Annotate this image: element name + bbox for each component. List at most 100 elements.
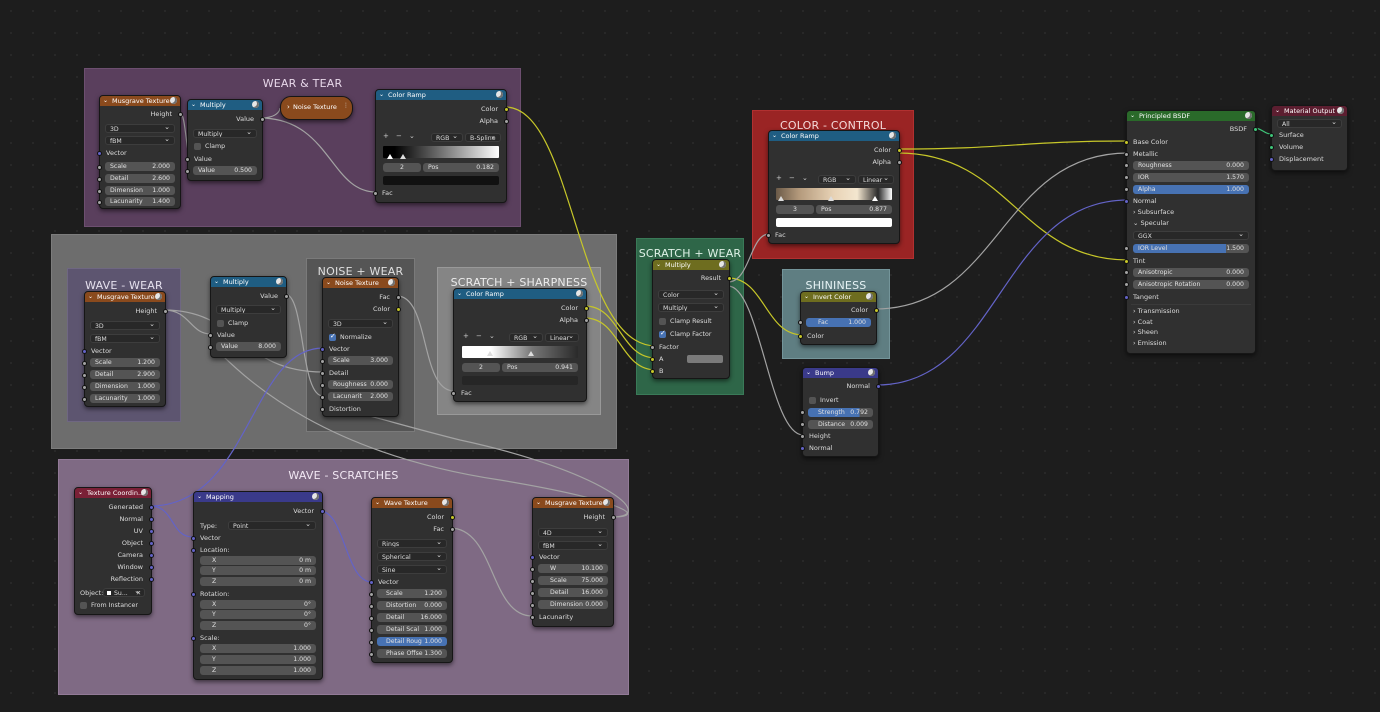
musgrave-texture-node[interactable]: ⌄ Musgrave Texture Height 3D fBM Vector S… [82,291,168,407]
anisotropic-rotation-field[interactable]: Anisotropic Rotation 0.000 [1133,280,1249,289]
detail-field[interactable]: Detail 2.600 [105,174,175,183]
stop-index-field[interactable]: 2 [383,163,421,172]
scale-field[interactable]: Scale 75.000 [538,576,608,585]
socket-location-in[interactable] [191,548,196,553]
node-header[interactable]: ⌄ Color Ramp [769,131,899,141]
socket-fac-out[interactable] [396,295,401,300]
detail-field[interactable]: Detail 16.000 [377,613,447,622]
node-header[interactable]: ⌄ Musgrave Texture [85,292,165,302]
socket-rotation-in[interactable] [191,592,196,597]
color-ramp-node[interactable]: ⌄ Color Ramp Color Alpha + − ⌄ RGB Linear… [451,288,589,402]
value-field[interactable]: Value 0.500 [193,166,257,175]
ramp-stop-marker[interactable] [387,154,393,159]
sheen-panel-toggle[interactable]: › Sheen [1133,327,1158,337]
socket-surface-in[interactable] [1269,133,1274,138]
socket-color-out[interactable] [450,515,455,520]
location-z-field[interactable]: Z 0 m [200,577,316,586]
wave-profile-dropdown[interactable]: Sine [377,565,447,574]
dimension-field[interactable]: Dimension 1.000 [105,186,175,195]
interpolation-dropdown[interactable]: Linear [545,333,579,342]
socket-in[interactable] [82,397,87,402]
node-preview-icon[interactable] [576,290,583,297]
rings-direction-dropdown[interactable]: Spherical [377,552,447,561]
socket-window-out[interactable] [149,565,154,570]
distortion-field[interactable]: Distortion 0.000 [377,601,447,610]
socket-vector-in[interactable] [191,536,196,541]
roughness-field[interactable]: Roughness 0.000 [1133,161,1249,170]
node-preview-icon[interactable] [170,97,177,104]
socket-fac-in[interactable] [766,233,771,238]
socket-alpha-out[interactable] [504,119,509,124]
socket-height-out[interactable] [611,515,616,520]
socket-in[interactable] [97,165,102,170]
ramp-stop-marker[interactable] [487,351,493,356]
collapse-icon[interactable]: ⌄ [191,100,196,110]
node-header[interactable]: ⌄ Bump [803,368,878,378]
dimensions-dropdown[interactable]: 3D [105,124,175,133]
socket-roughness-in[interactable] [1124,163,1129,168]
rotation-x-field[interactable]: X 0° [200,600,316,609]
collapse-icon[interactable]: ⌄ [375,498,380,508]
socket-value-in[interactable] [208,345,213,350]
collapse-icon[interactable]: ⌄ [197,492,202,502]
bump-node[interactable]: ⌄ Bump Normal Invert Strength 0.792 Distan… [800,367,881,457]
socket-normal-in[interactable] [800,446,805,451]
collapse-icon[interactable]: ⌄ [78,488,83,498]
socket-strength-in[interactable] [800,410,805,415]
node-header[interactable]: ⌄ Musgrave Texture [533,498,613,508]
socket-height-out[interactable] [178,112,183,117]
socket-fac-in[interactable] [798,320,803,325]
node-header[interactable]: ⌄ Texture Coordin... [75,488,151,498]
dimensions-dropdown[interactable]: 3D [90,321,160,330]
socket-in[interactable] [369,640,374,645]
socket-vector-in[interactable] [320,347,325,352]
node-preview-icon[interactable] [868,369,875,376]
dimension-field[interactable]: Dimension 0.000 [538,600,608,609]
math-multiply-node[interactable]: ⌄ Multiply Value Multiply Clamp Value Val… [185,99,265,181]
node-preview-icon[interactable] [866,293,873,300]
dimensions-dropdown[interactable]: 4D [538,528,608,537]
socket-anisotropic-rotation-in[interactable] [1124,282,1129,287]
rotation-y-field[interactable]: Y 0° [200,610,316,619]
node-header[interactable]: ⌄ Wave Texture [372,498,452,508]
fac-field[interactable]: Fac 1.000 [806,318,871,327]
socket-color-out[interactable] [897,148,902,153]
socket-value-out[interactable] [260,117,265,122]
socket-in[interactable] [530,603,535,608]
interpolation-dropdown[interactable]: B-Spline [465,133,501,142]
from-instancer-checkbox[interactable]: From Instancer [80,601,138,610]
expand-icon[interactable]: › [287,103,290,111]
subsurface-panel-toggle[interactable]: › Subsurface [1133,207,1174,217]
socket-bsdf-out[interactable] [1253,127,1258,132]
add-stop-icon[interactable]: + [383,132,389,140]
node-preview-icon[interactable] [442,499,449,506]
detail-field[interactable]: Detail 16.000 [538,588,608,597]
add-stop-icon[interactable]: + [776,174,782,182]
node-preview-icon[interactable] [252,101,259,108]
socket-distortion-in[interactable] [320,407,325,412]
ramp-stop-marker[interactable] [400,154,406,159]
node-header[interactable]: ⌄ Noise Texture [323,278,398,288]
chevron-down-icon[interactable]: ⌄ [409,132,415,140]
collapse-icon[interactable]: ⌄ [457,289,462,299]
socket-vector-in[interactable] [530,555,535,560]
wave-texture-node[interactable]: ⌄Wave Texture Color Fac Rings Spherical … [369,497,455,663]
node-header[interactable]: ⌄ Multiply [211,277,286,287]
scale-z-field[interactable]: Z 1.000 [200,666,316,675]
node-header[interactable]: ⌄ Multiply [653,260,729,270]
socket-value-in[interactable] [185,157,190,162]
distribution-dropdown[interactable]: GGX [1133,231,1249,240]
principled-bsdf-node[interactable]: ⌄ Principled BSDF BSDF Base Color Metalli… [1124,110,1258,354]
detail-field[interactable]: Detail 2.900 [90,370,160,379]
mapping-type-dropdown[interactable]: Point [228,521,316,530]
clamp-checkbox[interactable]: Clamp [217,319,248,328]
ramp-stop-marker[interactable] [872,196,878,201]
socket-base-color-in[interactable] [1124,140,1129,145]
socket-in[interactable] [369,628,374,633]
socket-color-out[interactable] [396,307,401,312]
distance-field[interactable]: Distance 0.009 [808,420,873,429]
interpolation-dropdown[interactable]: Linear [858,175,894,184]
node-header[interactable]: ⌄ Musgrave Texture [100,96,180,106]
invert-color-node[interactable]: ⌄ Invert Color Color Fac 1.000 Color [798,291,879,345]
transmission-panel-toggle[interactable]: › Transmission [1133,306,1180,316]
